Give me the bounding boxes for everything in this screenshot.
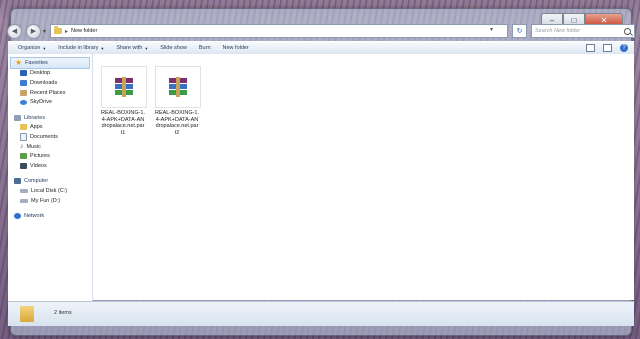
nav-network-label: Network [24,213,45,220]
file-name[interactable]: REAL-BOXING-1.4-APK+DATA-ANdropalace.net… [155,110,199,136]
documents-icon [20,132,27,141]
videos-icon [20,162,27,169]
preview-pane-icon[interactable] [603,44,612,52]
nav-my-fun-label: My Fun (D:) [31,197,61,204]
nav-local-disk-label: Local Disk (C:) [31,187,68,194]
network-icon [14,213,21,220]
folder-icon [54,26,63,34]
share-with-button[interactable]: Share with ▼ [116,45,148,51]
nav-local-disk[interactable]: Local Disk (C:) [8,186,92,196]
file-thumbnail[interactable] [101,66,147,108]
nav-favorites[interactable]: ★ Favorites [10,57,90,69]
hard-drive-icon [20,188,28,193]
search-icon [624,27,631,35]
chevron-down-icon: ▼ [144,45,149,51]
recent-places-icon [20,89,27,96]
file-item[interactable]: REAL-BOXING-1.4-APK+DATA-ANdropalace.net… [101,66,147,136]
hard-drive-icon [20,198,28,203]
libraries-icon [14,114,21,121]
cloud-icon [20,99,27,105]
refresh-icon: ↻ [516,28,523,35]
organize-button[interactable]: Organize ▼ [18,45,46,51]
nav-pictures-label: Pictures [30,153,50,160]
nav-skydrive-label: SkyDrive [30,99,53,106]
details-pane: 2 items [8,301,634,326]
nav-favorites-label: Favorites [25,59,48,66]
star-icon: ★ [15,57,23,67]
music-icon: ♪ [20,142,24,150]
history-dropdown[interactable]: ▾ [43,28,46,35]
nav-recent-places[interactable]: Recent Places [8,88,92,98]
help-icon[interactable]: ? [620,44,628,52]
breadcrumb-current[interactable]: New folder [71,28,97,34]
nav-network[interactable]: Network [8,211,92,221]
item-count: 2 items [54,310,72,316]
include-in-library-button[interactable]: Include in library ▼ [58,45,104,51]
file-list: REAL-BOXING-1.4-APK+DATA-ANdropalace.net… [93,54,634,300]
file-thumbnail[interactable] [155,66,201,108]
file-item[interactable]: REAL-BOXING-1.4-APK+DATA-ANdropalace.net… [155,66,201,136]
downloads-icon [20,79,27,86]
nav-desktop[interactable]: Desktop [8,69,92,79]
refresh-button[interactable]: ↻ [512,24,527,38]
nav-desktop-label: Desktop [30,70,51,77]
nav-libraries[interactable]: Libraries [8,113,92,123]
explorer-window: – □ ✕ ◀ ▶ ▾ ▸ New folder ▾ ↻ Search New … [7,8,635,336]
change-view-icon[interactable] [586,44,595,52]
nav-documents-label: Documents [30,133,58,140]
computer-icon [14,178,21,185]
slide-show-button[interactable]: Slide show [160,45,187,51]
folder-icon [20,124,27,131]
back-button[interactable]: ◀ [7,23,22,39]
navigation-pane: ★ Favorites Desktop Downloads Recent Pla… [8,54,93,303]
nav-my-fun[interactable]: My Fun (D:) [8,196,92,206]
forward-button[interactable]: ▶ [26,23,41,39]
nav-pictures[interactable]: Pictures [8,151,92,161]
toolbar-right-group: ? [586,44,634,52]
arrow-left-icon: ◀ [11,28,18,35]
nav-documents[interactable]: Documents [8,132,92,142]
pictures-icon [20,153,27,160]
address-dropdown[interactable]: ▾ [490,26,493,33]
nav-apps[interactable]: Apps [8,123,92,133]
file-name[interactable]: REAL-BOXING-1.4-APK+DATA-ANdropalace.net… [101,110,145,136]
nav-computer[interactable]: Computer [8,177,92,187]
share-with-label: Share with [116,45,143,51]
arrow-right-icon: ▶ [30,28,37,35]
organize-label: Organize [18,45,41,51]
nav-downloads-label: Downloads [30,79,58,86]
file-tiles: REAL-BOXING-1.4-APK+DATA-ANdropalace.net… [101,66,201,136]
burn-button[interactable]: Burn [199,45,211,51]
nav-videos-label: Videos [30,162,47,169]
new-folder-button[interactable]: New folder [223,45,249,51]
nav-apps-label: Apps [30,124,43,131]
nav-computer-label: Computer [24,178,49,185]
nav-music-label: Music [26,143,41,150]
chevron-down-icon: ▼ [100,45,105,51]
nav-videos[interactable]: Videos [8,161,92,171]
desktop-icon [20,70,27,77]
winrar-archive-icon [115,77,133,97]
breadcrumb-separator-icon[interactable]: ▸ [65,28,68,35]
chevron-down-icon: ▼ [42,45,47,51]
command-bar: Organize ▼ Include in library ▼ Share with… [8,41,634,55]
winrar-archive-icon [169,77,187,97]
search-placeholder: Search New folder [535,28,581,34]
address-row: ◀ ▶ ▾ ▸ New folder ▾ ↻ Search New folder [7,23,635,39]
nav-music[interactable]: ♪ Music [8,142,92,152]
folder-icon [20,306,34,322]
nav-skydrive[interactable]: SkyDrive [8,97,92,107]
include-in-library-label: Include in library [58,45,99,51]
nav-recent-places-label: Recent Places [30,89,66,96]
search-input[interactable]: Search New folder [531,24,635,38]
nav-downloads[interactable]: Downloads [8,78,92,88]
nav-libraries-label: Libraries [24,114,46,121]
address-bar[interactable]: ▸ New folder ▾ [50,24,508,38]
